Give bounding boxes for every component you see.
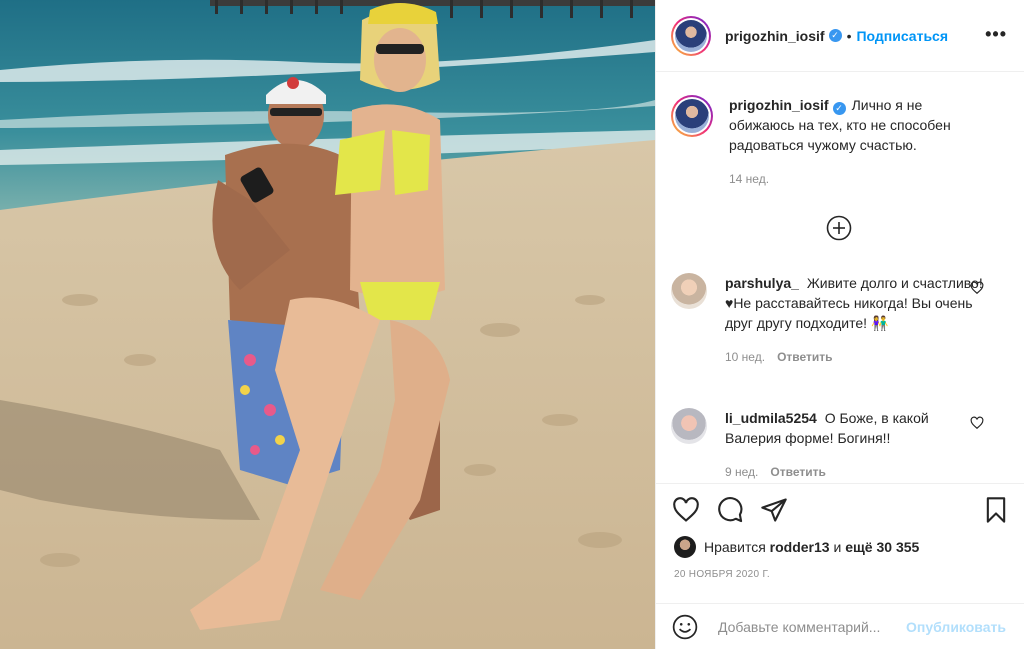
comment-like-heart-icon[interactable] <box>970 281 984 295</box>
comment-username[interactable]: li_udmila5254 <box>725 410 817 426</box>
add-comment-bar: Добавьте комментарий... Опубликовать <box>656 603 1024 649</box>
reply-button[interactable]: Ответить <box>777 350 832 364</box>
author-avatar[interactable] <box>671 15 711 56</box>
caption-meta: 14 нед. <box>729 169 989 189</box>
post-side-panel: prigozhin_iosif ✓ • Подписаться ••• prig… <box>655 0 1024 649</box>
beach-photo-image <box>0 0 655 649</box>
comment-time[interactable]: 9 нед. <box>725 465 758 479</box>
comment-emoji: 👫 <box>870 315 889 331</box>
bookmark-icon[interactable] <box>982 496 1010 524</box>
heart-icon[interactable] <box>672 496 700 524</box>
author-username[interactable]: prigozhin_iosif <box>725 28 825 44</box>
follow-button[interactable]: Подписаться <box>856 28 948 44</box>
caption-avatar[interactable] <box>671 95 713 137</box>
reply-button[interactable]: Ответить <box>770 465 825 479</box>
comment-body: li_udmila5254 О Боже, в какой Валерия фо… <box>725 408 985 482</box>
post-date[interactable]: 20 НОЯБРЯ 2020 Г. <box>674 569 770 580</box>
caption-time[interactable]: 14 нед. <box>729 172 769 186</box>
likes-summary: Нравится rodder13 и ещё 30 355 <box>674 536 919 558</box>
comment-like-heart-icon[interactable] <box>970 416 984 430</box>
comment-meta: 9 нед. Ответить <box>725 462 985 482</box>
publish-button[interactable]: Опубликовать <box>906 619 1006 635</box>
plus-circle-icon[interactable] <box>826 215 852 241</box>
comment-body: parshulya_ Живите долго и счастливо! ♥Не… <box>725 273 985 367</box>
comment-item: li_udmila5254 О Боже, в какой Валерия фо… <box>671 408 1016 482</box>
post-actions: Нравится rodder13 и ещё 30 355 20 НОЯБРЯ… <box>656 483 1024 649</box>
comment-item: parshulya_ Живите долго и счастливо! ♥Не… <box>671 273 1016 367</box>
caption-username[interactable]: prigozhin_iosif <box>729 97 829 113</box>
liker-avatar[interactable] <box>674 536 696 558</box>
comment-bubble-icon[interactable] <box>716 496 744 524</box>
caption-body: prigozhin_iosif ✓ Лично я не обижаюсь на т… <box>729 95 989 189</box>
verified-badge-icon: ✓ <box>828 29 842 42</box>
caption-item: prigozhin_iosif ✓ Лично я не обижаюсь на т… <box>671 95 1016 189</box>
paper-plane-icon[interactable] <box>760 496 788 524</box>
comment-meta: 10 нед. Ответить <box>725 347 985 367</box>
verified-badge-icon: ✓ <box>832 102 846 115</box>
separator-dot: • <box>846 27 852 44</box>
smiley-icon[interactable] <box>672 614 698 640</box>
more-options-icon[interactable]: ••• <box>985 24 1007 45</box>
comment-input[interactable]: Добавьте комментарий... <box>718 619 896 635</box>
comment-time[interactable]: 10 нед. <box>725 350 765 364</box>
comment-username[interactable]: parshulya_ <box>725 275 799 291</box>
post-photo[interactable] <box>0 0 655 649</box>
comments-list: prigozhin_iosif ✓ Лично я не обижаюсь на т… <box>656 73 1024 483</box>
likes-count[interactable]: ещё 30 355 <box>845 539 919 555</box>
likes-prefix: Нравится <box>704 539 766 555</box>
post-header: prigozhin_iosif ✓ • Подписаться ••• <box>656 0 1024 72</box>
comment-avatar[interactable] <box>671 273 707 309</box>
likes-middle: и <box>833 539 842 555</box>
comment-avatar[interactable] <box>671 408 707 444</box>
liker-username[interactable]: rodder13 <box>770 539 830 555</box>
